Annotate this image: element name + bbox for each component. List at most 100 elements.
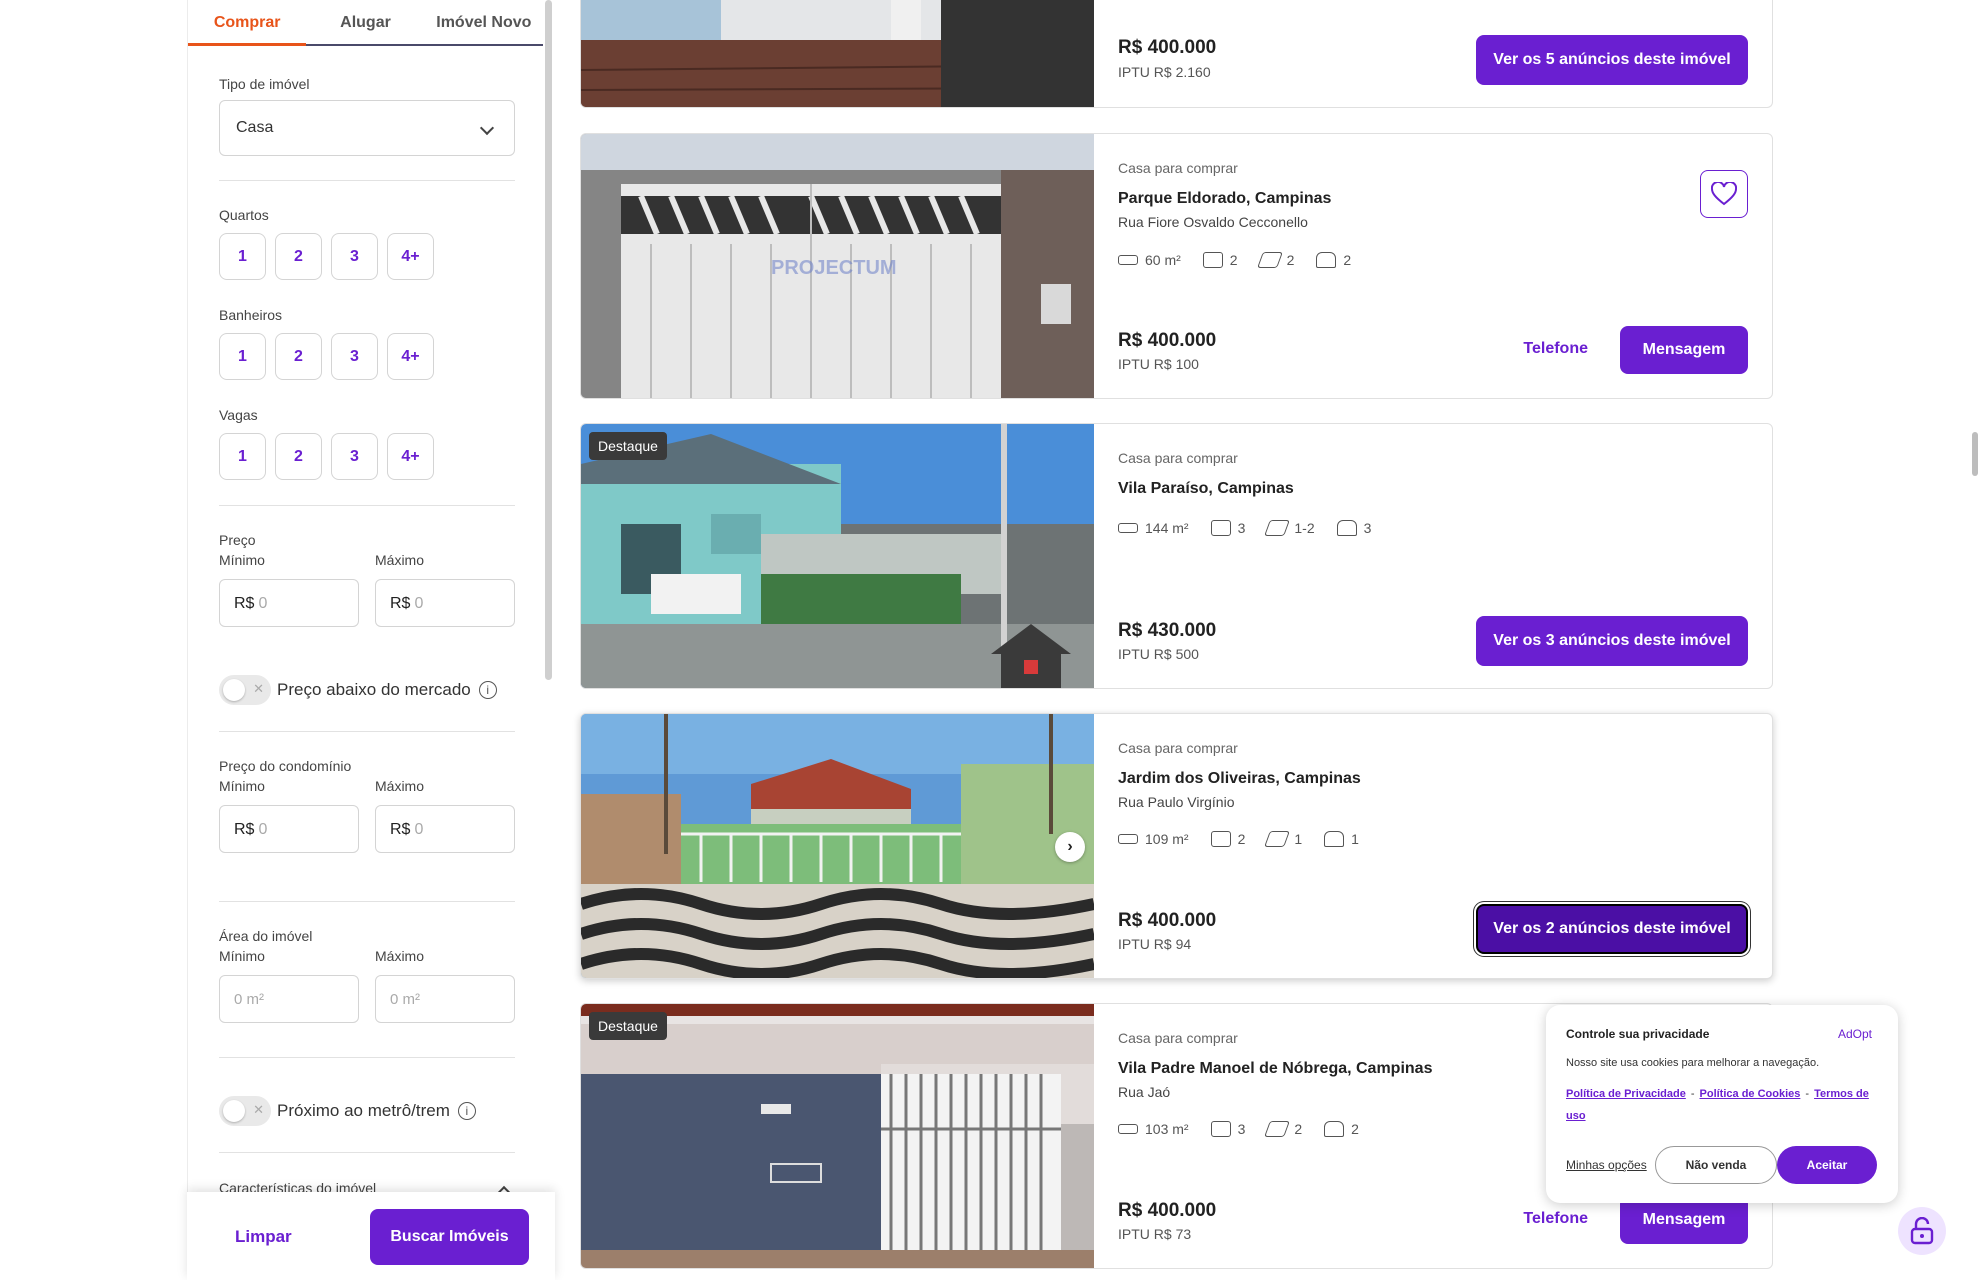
view-ads-button[interactable]: Ver os 2 anúncios deste imóvel — [1476, 904, 1748, 954]
quartos-option[interactable]: 1 — [219, 233, 266, 280]
listing-iptu: IPTU R$ 100 — [1118, 356, 1199, 372]
do-not-sell-button[interactable]: Não venda — [1655, 1146, 1777, 1184]
condominio-max-input[interactable]: R$ 0 — [375, 805, 515, 853]
cookie-title: Controle sua privacidade — [1566, 1027, 1710, 1041]
listing-card[interactable]: PROJECTUM Casa para comprar Parque Eldor… — [580, 133, 1773, 399]
bedroom-feature: 3 — [1210, 1121, 1246, 1137]
listing-title[interactable]: Parque Eldorado, Campinas — [1118, 190, 1331, 208]
featured-badge: Destaque — [589, 1012, 667, 1040]
featured-badge: Destaque — [589, 432, 667, 460]
photo-watermark: PROJECTUM — [771, 257, 897, 279]
preco-max-label: Máximo — [375, 552, 425, 568]
area-feature: 60 m² — [1118, 252, 1181, 268]
separator: - — [1805, 1088, 1810, 1100]
cookie-text: Nosso site usa cookies para melhorar a n… — [1566, 1057, 1820, 1069]
tab-comprar[interactable]: Comprar — [188, 0, 307, 46]
placeholder: 0 — [258, 821, 268, 838]
currency: R$ — [234, 821, 255, 838]
next-photo-arrow[interactable]: › — [1055, 832, 1085, 862]
parking-feature: 2 — [1324, 1121, 1359, 1137]
listing-title[interactable]: Vila Padre Manoel de Nóbrega, Campinas — [1118, 1060, 1432, 1078]
bathroom-value: 2 — [1286, 252, 1295, 268]
bedroom-feature: 2 — [1202, 252, 1238, 268]
listing-photo[interactable] — [581, 424, 1094, 688]
banheiros-option[interactable]: 1 — [219, 333, 266, 380]
condominio-min-input[interactable]: R$ 0 — [219, 805, 359, 853]
listing-title[interactable]: Vila Paraíso, Campinas — [1118, 480, 1294, 498]
listing-photo[interactable] — [581, 1004, 1094, 1268]
privacy-policy-link[interactable]: Política de Privacidade — [1566, 1088, 1686, 1100]
car-icon — [1324, 1121, 1345, 1137]
cookie-policy-link[interactable]: Política de Cookies — [1700, 1088, 1801, 1100]
clear-button[interactable]: Limpar — [235, 1227, 292, 1247]
favorite-button[interactable] — [1700, 170, 1748, 218]
banheiros-option[interactable]: 4+ — [387, 333, 434, 380]
preco-max-input[interactable]: R$ 0 — [375, 579, 515, 627]
quartos-option[interactable]: 3 — [331, 233, 378, 280]
cookie-brand[interactable]: AdOpt — [1838, 1027, 1872, 1041]
preco-min-input[interactable]: R$ 0 — [219, 579, 359, 627]
listing-card[interactable]: Destaque Casa para comprar Vila Paraíso,… — [580, 423, 1773, 689]
phone-button[interactable]: Telefone — [1523, 340, 1588, 358]
listing-type: Casa para comprar — [1118, 160, 1238, 176]
message-button[interactable]: Mensagem — [1620, 1196, 1748, 1244]
info-icon[interactable]: i — [478, 681, 497, 699]
listing-photo[interactable] — [581, 714, 1094, 978]
view-ads-button[interactable]: Ver os 3 anúncios deste imóvel — [1476, 616, 1748, 666]
listing-iptu: IPTU R$ 2.160 — [1118, 64, 1211, 80]
banheiros-label: Banheiros — [219, 307, 283, 323]
close-icon: ✕ — [253, 681, 264, 696]
vagas-option[interactable]: 2 — [275, 433, 322, 480]
banheiros-option[interactable]: 2 — [275, 333, 322, 380]
listing-info: R$ 400.000 IPTU R$ 2.160 Ver os 5 anúnci… — [1118, 0, 1772, 107]
tab-imovel-novo[interactable]: Imóvel Novo — [425, 0, 543, 44]
parking-feature: 2 — [1316, 252, 1351, 268]
bedroom-value: 2 — [1237, 831, 1246, 847]
parking-value: 2 — [1351, 1121, 1359, 1137]
vagas-option[interactable]: 3 — [331, 433, 378, 480]
listing-iptu: IPTU R$ 500 — [1118, 646, 1199, 662]
privacy-lock-button[interactable] — [1898, 1207, 1946, 1255]
listing-card[interactable]: R$ 400.000 IPTU R$ 2.160 Ver os 5 anúnci… — [580, 0, 1773, 108]
area-feature: 144 m² — [1118, 520, 1189, 536]
cookie-options-link[interactable]: Minhas opções — [1566, 1158, 1647, 1172]
area-max-input[interactable]: 0 m² — [375, 975, 515, 1023]
listing-type: Casa para comprar — [1118, 1030, 1238, 1046]
page-scrollbar[interactable] — [1972, 432, 1978, 476]
vagas-option[interactable]: 1 — [219, 433, 266, 480]
condominio-label: Preço do condomínio — [219, 758, 352, 774]
banheiros-option[interactable]: 3 — [331, 333, 378, 380]
search-button[interactable]: Buscar Imóveis — [370, 1209, 529, 1265]
listing-features: 109 m² 2 1 1 — [1118, 831, 1359, 847]
quartos-option[interactable]: 2 — [275, 233, 322, 280]
listing-street: Rua Fiore Osvaldo Cecconello — [1118, 214, 1308, 230]
metro-toggle[interactable]: ✕ — [219, 1096, 271, 1126]
listing-iptu: IPTU R$ 94 — [1118, 936, 1192, 952]
metro-row: ✕ Próximo ao metrô/trem i — [219, 1096, 476, 1126]
cookie-links: Política de Privacidade - Política de Cook… — [1566, 1083, 1878, 1127]
listing-title[interactable]: Jardim dos Oliveiras, Campinas — [1118, 770, 1361, 788]
sidebar-scrollbar[interactable] — [545, 0, 552, 680]
tab-alugar[interactable]: Alugar — [306, 0, 424, 44]
view-ads-button[interactable]: Ver os 5 anúncios deste imóvel — [1476, 35, 1748, 85]
tipo-select[interactable]: Casa — [219, 100, 515, 156]
parking-value: 3 — [1363, 520, 1372, 536]
quartos-option[interactable]: 4+ — [387, 233, 434, 280]
listing-photo[interactable]: PROJECTUM — [581, 134, 1094, 398]
listing-price: R$ 430.000 — [1118, 620, 1217, 641]
area-min-input[interactable]: 0 m² — [219, 975, 359, 1023]
preco-min-label: Mínimo — [219, 552, 265, 568]
accept-cookies-button[interactable]: Aceitar — [1777, 1146, 1877, 1184]
vagas-option[interactable]: 4+ — [387, 433, 434, 480]
bed-icon — [1210, 831, 1231, 847]
car-icon — [1316, 252, 1337, 268]
ruler-icon — [1118, 1124, 1138, 1134]
info-icon[interactable]: i — [457, 1102, 476, 1120]
below-market-toggle[interactable]: ✕ — [219, 675, 271, 705]
listing-card[interactable]: › Casa para comprar Jardim dos Oliveiras… — [580, 713, 1773, 979]
message-button[interactable]: Mensagem — [1620, 326, 1748, 374]
phone-button[interactable]: Telefone — [1523, 1210, 1588, 1228]
listing-price: R$ 400.000 — [1118, 330, 1217, 351]
listing-photo[interactable] — [581, 0, 1094, 107]
bedroom-value: 3 — [1237, 1121, 1246, 1137]
